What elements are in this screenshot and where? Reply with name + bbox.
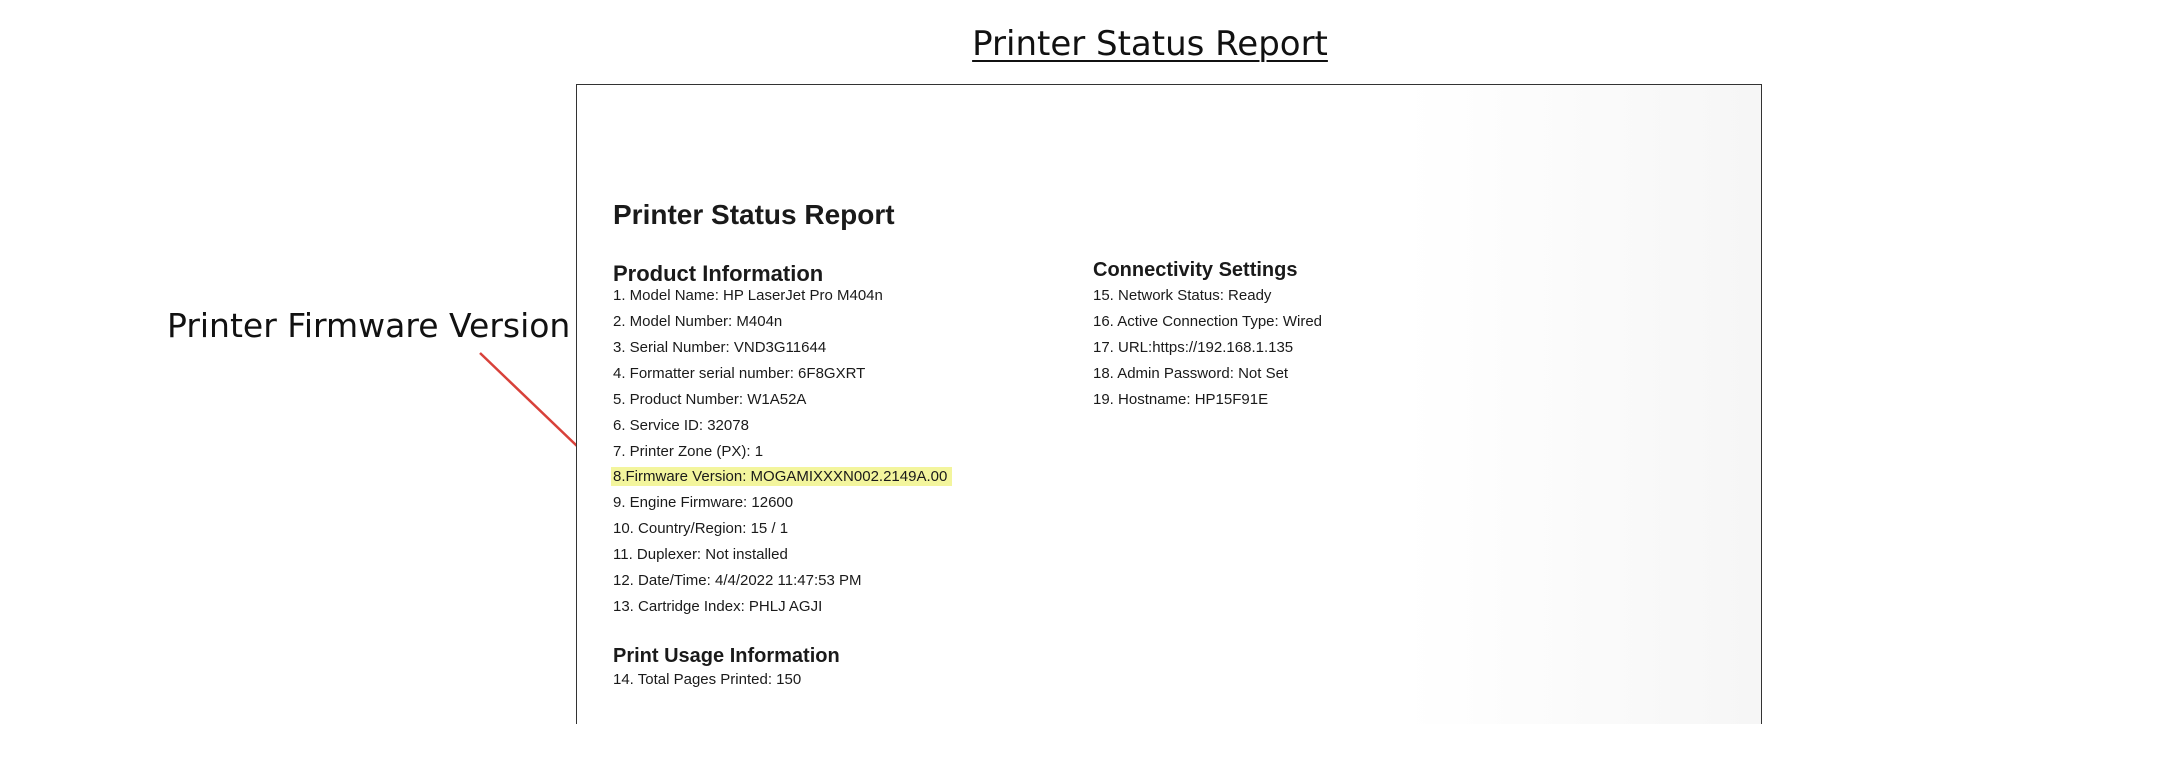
list-item: 4. Formatter serial number: 6F8GXRT [613, 365, 866, 382]
connectivity-heading: Connectivity Settings [1093, 259, 1298, 281]
list-item: 5. Product Number: W1A52A [613, 391, 807, 408]
list-item: 2. Model Number: M404n [613, 313, 783, 330]
list-item: 9. Engine Firmware: 12600 [613, 494, 794, 511]
firmware-version-line: 8.Firmware Version: MOGAMIXXXN002.2149A.… [611, 467, 953, 486]
report-scan: Printer Status Report Product Informatio… [576, 84, 1762, 724]
list-item: 1. Model Name: HP LaserJet Pro M404n [613, 287, 883, 304]
page: Printer Status Report Printer Firmware V… [0, 0, 2178, 760]
list-item: 15. Network Status: Ready [1093, 287, 1272, 304]
list-item: 11. Duplexer: Not installed [613, 546, 788, 563]
list-item: 6. Service ID: 32078 [613, 417, 749, 434]
list-item: 19. Hostname: HP15F91E [1093, 391, 1269, 408]
list-item: 18. Admin Password: Not Set [1093, 365, 1289, 382]
list-item: 13. Cartridge Index: PHLJ AGJI [613, 598, 823, 615]
firmware-version-highlight: 8.Firmware Version: MOGAMIXXXN002.2149A.… [611, 467, 953, 486]
report-title: Printer Status Report [613, 199, 895, 230]
print-usage-heading: Print Usage Information [613, 645, 840, 667]
list-item: 12. Date/Time: 4/4/2022 11:47:53 PM [613, 572, 862, 589]
list-item: 17. URL:https://192.168.1.135 [1093, 339, 1294, 356]
list-item: 3. Serial Number: VND3G11644 [613, 339, 827, 356]
list-item: 16. Active Connection Type: Wired [1093, 313, 1323, 330]
list-item: 10. Country/Region: 15 / 1 [613, 520, 789, 537]
callout-label: Printer Firmware Version [167, 306, 571, 345]
list-item: 7. Printer Zone (PX): 1 [613, 443, 764, 460]
product-information-heading: Product Information [613, 261, 824, 286]
list-item: 14. Total Pages Printed: 150 [613, 671, 802, 688]
page-title: Printer Status Report [972, 24, 1328, 64]
